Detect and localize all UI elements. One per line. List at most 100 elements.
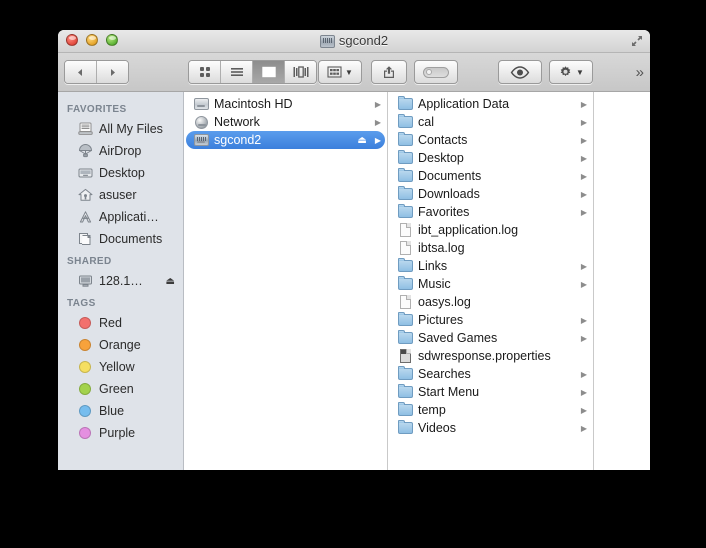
column-view-button[interactable] <box>252 61 284 83</box>
chevron-down-icon: ▼ <box>345 67 353 77</box>
window-title-text: sgcond2 <box>338 33 389 48</box>
list-item[interactable]: Videos ▶ <box>390 419 591 437</box>
network-server-icon <box>77 273 93 289</box>
disclosure-arrow-icon: ▶ <box>580 333 587 343</box>
window-title: sgcond2 <box>58 33 650 48</box>
list-item-label: Documents <box>418 169 482 183</box>
sidebar-item-tag-red[interactable]: Red <box>58 312 183 334</box>
sidebar-item-label: Applicati… <box>99 210 159 224</box>
list-item[interactable]: Contacts ▶ <box>390 131 591 149</box>
sidebar-item-desktop[interactable]: Desktop <box>58 162 183 184</box>
sidebar-item-label: Purple <box>99 426 136 440</box>
list-item-label: Desktop <box>418 151 464 165</box>
sidebar-item-documents[interactable]: Documents <box>58 228 183 250</box>
list-item[interactable]: Favorites ▶ <box>390 203 591 221</box>
sidebar-item-asuser[interactable]: asuser <box>58 184 183 206</box>
eject-icon[interactable]: ⏏ <box>357 135 366 146</box>
properties-document-icon <box>397 348 413 364</box>
sidebar-item-tag-orange[interactable]: Orange <box>58 334 183 356</box>
list-item[interactable]: Network ▶ <box>186 113 385 131</box>
sidebar-item-tag-blue[interactable]: Blue <box>58 400 183 422</box>
hard-drive-icon <box>193 96 209 112</box>
sidebar-item-label: AirDrop <box>99 144 142 158</box>
cover-flow-view-button[interactable] <box>284 61 316 83</box>
sidebar-header-favorites: FAVORITES <box>67 104 127 115</box>
back-button[interactable] <box>65 61 96 83</box>
list-item-label: Network <box>214 115 260 129</box>
disclosure-arrow-icon: ▶ <box>580 423 587 433</box>
list-item[interactable]: Searches ▶ <box>390 365 591 383</box>
sidebar-item-shared-server[interactable]: 128.1… ⏏ <box>58 270 183 292</box>
forward-button[interactable] <box>96 61 128 83</box>
sidebar-item-tag-yellow[interactable]: Yellow <box>58 356 183 378</box>
title-bar[interactable]: sgcond2 <box>58 30 650 53</box>
tag-dot-icon <box>77 315 93 331</box>
list-item-label: cal <box>418 115 434 129</box>
list-item[interactable]: cal ▶ <box>390 113 591 131</box>
folder-icon <box>397 312 413 328</box>
sidebar-item-tag-purple[interactable]: Purple <box>58 422 183 444</box>
list-item[interactable]: Music ▶ <box>390 275 591 293</box>
disclosure-arrow-icon: ▶ <box>580 99 587 109</box>
arrange-button[interactable]: ▼ <box>318 60 362 84</box>
home-house-icon <box>77 187 93 203</box>
sidebar-item-label: Orange <box>99 338 141 352</box>
folder-icon <box>397 276 413 292</box>
disclosure-arrow-icon: ▶ <box>580 405 587 415</box>
list-item[interactable]: Pictures ▶ <box>390 311 591 329</box>
sidebar-item-tag-green[interactable]: Green <box>58 378 183 400</box>
list-item[interactable]: Start Menu ▶ <box>390 383 591 401</box>
disclosure-arrow-icon: ▶ <box>580 207 587 217</box>
list-item[interactable]: temp ▶ <box>390 401 591 419</box>
column-empty-preview[interactable] <box>594 92 650 470</box>
list-item[interactable]: Application Data ▶ <box>390 95 591 113</box>
disclosure-arrow-icon: ▶ <box>580 369 587 379</box>
list-item[interactable]: Links ▶ <box>390 257 591 275</box>
list-item-label: ibt_application.log <box>418 223 519 237</box>
list-item[interactable]: ibt_application.log <box>390 221 591 239</box>
external-drive-icon <box>319 35 335 48</box>
tag-pill-icon <box>423 66 449 78</box>
tag-button[interactable] <box>414 60 458 84</box>
sidebar-item-airdrop[interactable]: AirDrop <box>58 140 183 162</box>
folder-icon <box>397 384 413 400</box>
list-item-label: oasys.log <box>418 295 471 309</box>
sidebar-item-all-my-files[interactable]: All My Files <box>58 118 183 140</box>
disclosure-arrow-icon: ▶ <box>580 135 587 145</box>
folder-icon <box>397 96 413 112</box>
list-item[interactable]: ibtsa.log <box>390 239 591 257</box>
icon-view-button[interactable] <box>189 61 220 83</box>
folder-icon <box>397 330 413 346</box>
sidebar-item-label: asuser <box>99 188 137 202</box>
list-item-selected[interactable]: sgcond2 ⏏ ▶ <box>186 131 385 149</box>
list-item[interactable]: Saved Games ▶ <box>390 329 591 347</box>
toolbar: ▼ ▼ » <box>58 53 650 92</box>
list-item-label: Downloads <box>418 187 480 201</box>
chevron-down-icon: ▼ <box>576 67 584 77</box>
tag-dot-icon <box>77 359 93 375</box>
folder-icon <box>397 186 413 202</box>
folder-icon <box>397 168 413 184</box>
list-item-label: sgcond2 <box>214 133 262 147</box>
tag-dot-icon <box>77 403 93 419</box>
list-item[interactable]: sdwresponse.properties <box>390 347 591 365</box>
sidebar-item-applications[interactable]: Applicati… <box>58 206 183 228</box>
toolbar-overflow-button[interactable]: » <box>636 65 644 80</box>
applications-icon <box>77 209 93 225</box>
list-item[interactable]: Desktop ▶ <box>390 149 591 167</box>
list-item[interactable]: Macintosh HD ▶ <box>186 95 385 113</box>
list-item[interactable]: Documents ▶ <box>390 167 591 185</box>
list-item-label: Macintosh HD <box>214 97 293 111</box>
arrange-grid-icon <box>327 66 342 78</box>
list-item[interactable]: Downloads ▶ <box>390 185 591 203</box>
sidebar-item-label: Red <box>99 316 122 330</box>
eject-icon[interactable]: ⏏ <box>166 276 175 287</box>
quicklook-button[interactable] <box>498 60 542 84</box>
disclosure-arrow-icon: ▶ <box>580 117 587 127</box>
list-view-button[interactable] <box>220 61 252 83</box>
share-button[interactable] <box>371 60 407 84</box>
fullscreen-arrows-icon[interactable] <box>629 33 645 49</box>
action-menu-button[interactable]: ▼ <box>549 60 593 84</box>
gear-icon <box>560 65 571 76</box>
list-item[interactable]: oasys.log <box>390 293 591 311</box>
